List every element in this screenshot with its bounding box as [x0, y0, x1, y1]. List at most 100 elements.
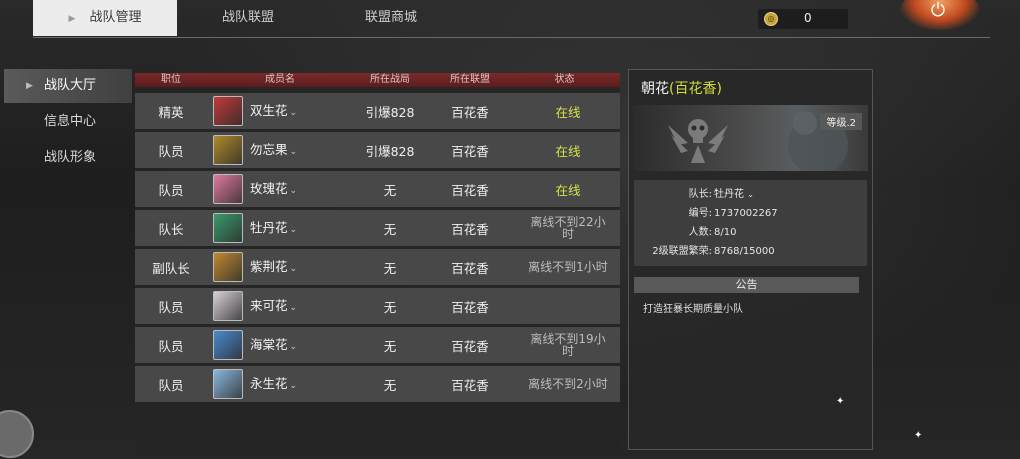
- team-info-panel: 朝花(百花香) 等级.2 队长: 牡丹花 ⌄ 编号: 1737002267 人数…: [628, 69, 873, 450]
- member-alliance: 百花香: [451, 104, 489, 120]
- header-alliance: 所在联盟: [450, 74, 490, 85]
- member-name[interactable]: 紫荆花 ⌄: [250, 249, 297, 285]
- avatar[interactable]: [213, 135, 243, 165]
- member-alliance: 百花香: [451, 377, 489, 393]
- team-info-box: 队长: 牡丹花 ⌄ 编号: 1737002267 人数: 8/10 2级联盟繁荣…: [634, 180, 867, 266]
- status-badge: 在线: [555, 104, 581, 120]
- member-name[interactable]: 永生花 ⌄: [250, 366, 297, 402]
- chevron-right-icon: ▶: [68, 14, 76, 24]
- member-game: 无: [383, 338, 397, 354]
- chevron-down-icon: ⌄: [289, 186, 298, 196]
- chevron-down-icon: ⌄: [289, 108, 298, 118]
- table-row[interactable]: 队员 勿忘果 ⌄ 引爆828 百花香 在线: [135, 132, 620, 168]
- sidebar-item-team-hall[interactable]: ▶ 战队大厅: [4, 69, 132, 103]
- sidebar-item-info-center[interactable]: 信息中心: [4, 105, 132, 139]
- table-row[interactable]: 队员 玫瑰花 ⌄ 无 百花香 在线: [135, 171, 620, 207]
- member-alliance: 百花香: [451, 221, 489, 237]
- game-logo-icon[interactable]: [0, 410, 34, 458]
- status-badge: 在线: [555, 182, 581, 198]
- tab-team-management[interactable]: ▶ 战队管理: [33, 0, 177, 36]
- chevron-down-icon: ⌄: [289, 264, 298, 274]
- sparkle-icon: ✦: [914, 430, 923, 441]
- avatar[interactable]: [213, 330, 243, 360]
- status-badge: 离线不到1小时: [528, 260, 608, 274]
- header-status: 状态: [554, 74, 575, 85]
- chevron-down-icon: ⌄: [747, 190, 754, 199]
- chevron-down-icon: ⌄: [289, 381, 298, 391]
- table-row[interactable]: 队长 牡丹花 ⌄ 无 百花香 离线不到22小时: [135, 210, 620, 246]
- table-row[interactable]: 队员 永生花 ⌄ 无 百花香 离线不到2小时: [135, 366, 620, 402]
- member-game: 无: [383, 182, 397, 198]
- tab-alliance-shop[interactable]: 联盟商城: [336, 0, 446, 36]
- sidebar-item-team-image[interactable]: 战队形象: [4, 141, 132, 175]
- table-row[interactable]: 副队长 紫荆花 ⌄ 无 百花香 离线不到1小时: [135, 249, 620, 285]
- power-icon[interactable]: ⏻: [928, 1, 948, 21]
- team-alliance-tag: (百花香): [669, 81, 722, 97]
- member-alliance: 百花香: [451, 299, 489, 315]
- member-game: 无: [383, 299, 397, 315]
- member-name[interactable]: 来可花 ⌄: [250, 288, 297, 324]
- info-row-prosperity: 2级联盟繁荣: 8768/15000: [652, 246, 775, 257]
- member-position: 队员: [158, 182, 184, 198]
- notice-header: 公告: [634, 277, 859, 293]
- table-row[interactable]: 精英 双生花 ⌄ 引爆828 百花香 在线: [135, 93, 620, 129]
- member-table: 职位 成员名 所在战局 所在联盟 状态 精英 双生花 ⌄ 引爆828 百花香 在线 队员 勿忘…: [135, 73, 620, 451]
- member-position: 精英: [158, 104, 184, 120]
- avatar[interactable]: [213, 174, 243, 204]
- chevron-down-icon: ⌄: [289, 147, 298, 157]
- member-name[interactable]: 勿忘果 ⌄: [250, 132, 297, 168]
- team-name: 朝花: [641, 81, 669, 97]
- member-position: 队长: [158, 221, 184, 237]
- member-alliance: 百花香: [451, 260, 489, 276]
- coin-icon: ◎: [764, 12, 778, 26]
- member-alliance: 百花香: [451, 338, 489, 354]
- team-level-badge: 等级.2: [820, 113, 862, 130]
- member-game: 无: [383, 377, 397, 393]
- chevron-down-icon: ⌄: [289, 303, 298, 313]
- status-badge: 离线不到2小时: [528, 377, 608, 391]
- table-row[interactable]: 队员 来可花 ⌄ 无 百花香: [135, 288, 620, 324]
- header-position: 职位: [161, 74, 181, 85]
- member-position: 队员: [158, 299, 184, 315]
- tab-team-alliance[interactable]: 战队联盟: [193, 0, 303, 36]
- member-alliance: 百花香: [451, 143, 489, 159]
- table-header: 职位 成员名 所在战局 所在联盟 状态: [135, 73, 620, 87]
- status-badge: 在线: [555, 143, 581, 159]
- chevron-down-icon: ⌄: [289, 225, 298, 235]
- member-name[interactable]: 海棠花 ⌄: [250, 327, 297, 363]
- member-name[interactable]: 双生花 ⌄: [250, 93, 297, 129]
- member-game: 引爆828: [365, 104, 415, 120]
- member-game: 引爆828: [365, 143, 415, 159]
- chevron-down-icon: ⌄: [289, 342, 298, 352]
- status-badge: 离线不到22小时: [530, 215, 606, 241]
- member-name[interactable]: 玫瑰花 ⌄: [250, 171, 297, 207]
- sparkle-icon: ✦: [836, 396, 845, 407]
- header-member-name: 成员名: [265, 74, 295, 85]
- member-game: 无: [383, 221, 397, 237]
- member-position: 队员: [158, 143, 184, 159]
- info-row-id: 编号: 1737002267: [688, 208, 778, 219]
- currency-value: 0: [804, 11, 812, 25]
- table-row[interactable]: 队员 海棠花 ⌄ 无 百花香 离线不到19小时: [135, 327, 620, 363]
- member-position: 副队长: [152, 260, 190, 276]
- avatar[interactable]: [213, 213, 243, 243]
- status-badge: [527, 288, 609, 324]
- info-row-members: 人数: 8/10: [688, 227, 737, 238]
- avatar[interactable]: [213, 291, 243, 321]
- avatar[interactable]: [213, 252, 243, 282]
- info-row-captain: 队长: 牡丹花 ⌄: [634, 186, 867, 204]
- avatar[interactable]: [213, 369, 243, 399]
- currency-display: ◎ 0: [758, 9, 848, 29]
- chevron-right-icon: ▶: [26, 81, 33, 91]
- notice-text: 打造狂暴长期质量小队: [643, 304, 743, 315]
- team-banner: 等级.2: [633, 105, 868, 171]
- member-game: 无: [383, 260, 397, 276]
- captain-name[interactable]: 牡丹花 ⌄: [714, 186, 754, 204]
- member-position: 队员: [158, 377, 184, 393]
- team-title: 朝花(百花香): [641, 78, 722, 98]
- status-badge: 离线不到19小时: [530, 332, 606, 358]
- member-alliance: 百花香: [451, 182, 489, 198]
- member-position: 队员: [158, 338, 184, 354]
- member-name[interactable]: 牡丹花 ⌄: [250, 210, 297, 246]
- avatar[interactable]: [213, 96, 243, 126]
